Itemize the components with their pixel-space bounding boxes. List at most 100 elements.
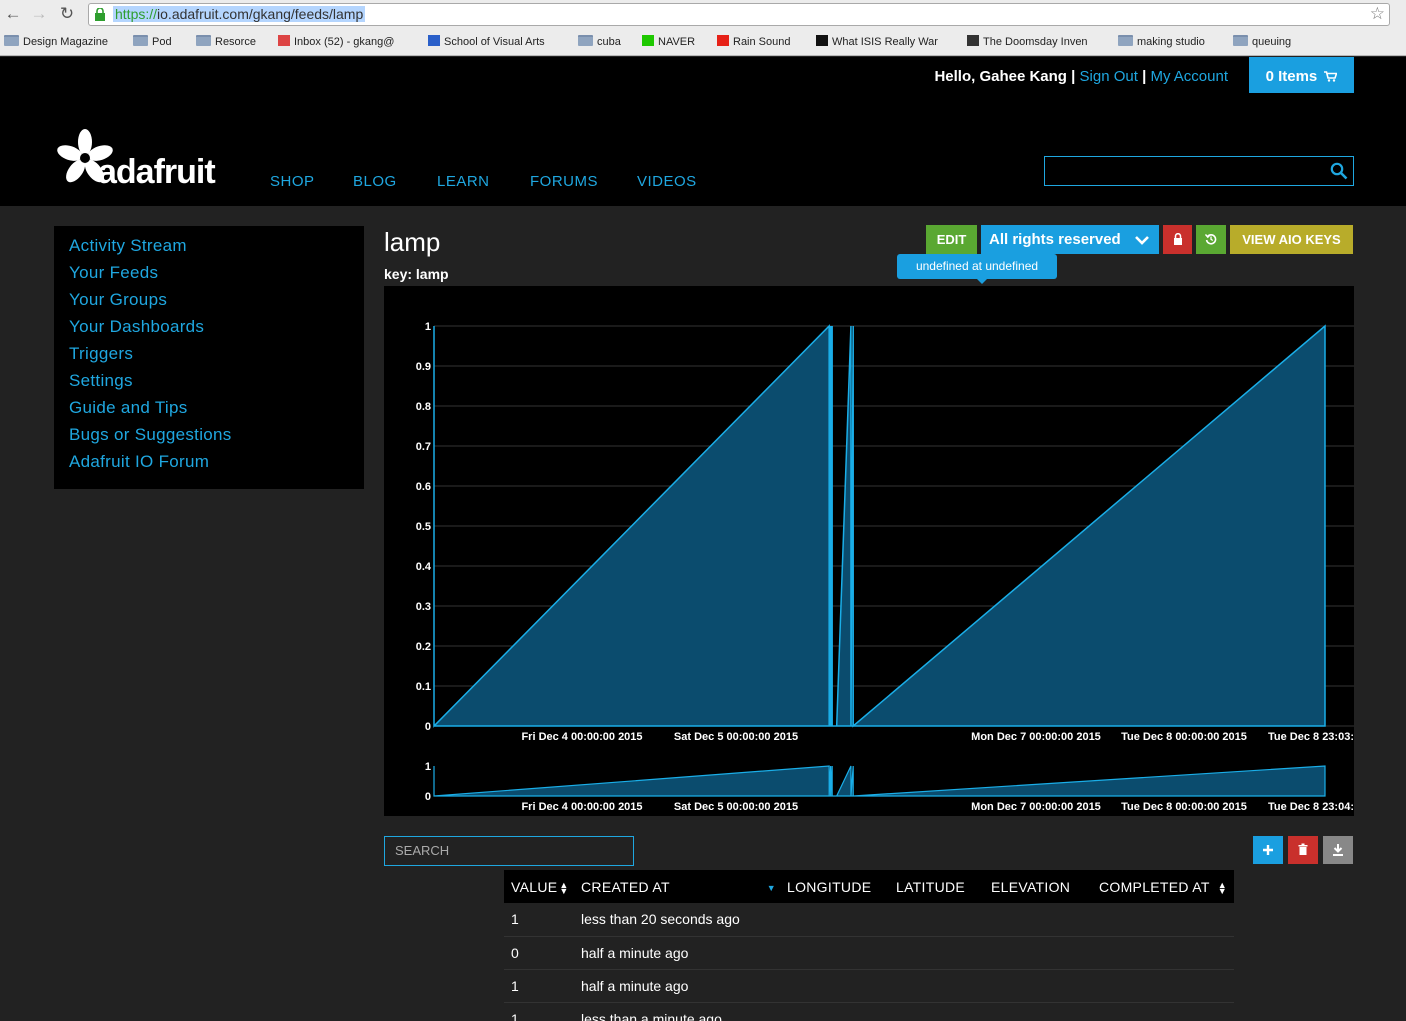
y-tick-label: 0.9 xyxy=(416,361,431,373)
sidebar-item-your-feeds[interactable]: Your Feeds xyxy=(54,262,364,289)
column-header-latitude[interactable]: LATITUDE xyxy=(889,870,984,903)
x-tick-label: Tue Dec 8 23:03: xyxy=(1268,731,1354,743)
column-header-value[interactable]: VALUE ▲ ▼ xyxy=(504,870,574,903)
bookmark-item[interactable]: What ISIS Really War xyxy=(816,34,938,50)
sidebar-item-settings[interactable]: Settings xyxy=(54,370,364,397)
bookmark-item[interactable]: Pod xyxy=(133,34,172,50)
secure-lock-icon xyxy=(95,8,105,21)
bookmark-label: Resorce xyxy=(215,36,256,48)
address-bar[interactable]: https://io.adafruit.com/gkang/feeds/lamp… xyxy=(88,3,1390,26)
column-header-completed-at[interactable]: COMPLETED AT ▲ ▼ xyxy=(1092,870,1234,903)
feed-title: lamp xyxy=(384,227,441,257)
history-icon xyxy=(1204,234,1217,245)
y-tick-label: 0.2 xyxy=(416,641,431,653)
back-icon[interactable]: ← xyxy=(2,4,24,24)
bookmark-item[interactable]: Design Magazine xyxy=(4,34,108,50)
bookmark-label: queuing xyxy=(1252,36,1292,48)
table-row[interactable]: 1 less than 20 seconds ago xyxy=(504,903,1234,937)
cell-value: 1 xyxy=(504,969,574,1003)
column-header-longitude[interactable]: LONGITUDE xyxy=(780,870,889,903)
bookmark-item[interactable]: NAVER xyxy=(642,34,695,50)
bookmark-item[interactable]: making studio xyxy=(1118,34,1205,50)
navigator-y-tick-label: 1 xyxy=(425,761,431,773)
cell-completed-at xyxy=(1092,1002,1234,1021)
bookmarks-bar: Design Magazine Pod Resorce Inbox (52) - gk… xyxy=(0,32,1406,52)
edit-button[interactable]: EDIT xyxy=(926,225,977,254)
cell-elevation xyxy=(984,936,1092,970)
bookmark-item[interactable]: queuing xyxy=(1233,34,1291,50)
lock-icon xyxy=(1173,232,1182,245)
sidebar-item-triggers[interactable]: Triggers xyxy=(54,343,364,370)
search-icon[interactable] xyxy=(1330,162,1348,180)
cell-longitude xyxy=(780,1002,889,1021)
bookmark-label: What ISIS Really War xyxy=(832,36,938,48)
nav-videos[interactable]: VIDEOS xyxy=(637,173,697,190)
nav-forums[interactable]: FORUMS xyxy=(530,173,598,190)
sort-both-icon[interactable]: ▲ ▼ xyxy=(1218,880,1227,895)
sidebar-item-guide-and-tips[interactable]: Guide and Tips xyxy=(54,397,364,424)
y-tick-label: 0.7 xyxy=(416,441,431,453)
table-row[interactable]: 1 less than a minute ago xyxy=(504,1002,1234,1021)
navigator-x-tick-label: Fri Dec 4 00:00:00 2015 xyxy=(521,801,642,813)
cell-value: 0 xyxy=(504,936,574,970)
browser-chrome: ← → ↻ https://io.adafruit.com/gkang/feed… xyxy=(0,0,1406,56)
table-row[interactable]: 1 half a minute ago xyxy=(504,969,1234,1003)
cell-latitude xyxy=(889,903,984,937)
site-search-input[interactable] xyxy=(1044,156,1354,186)
sidebar-item-your-dashboards[interactable]: Your Dashboards xyxy=(54,316,364,343)
bookmark-item[interactable]: Rain Sound xyxy=(717,34,791,50)
bookmark-item[interactable]: Inbox (52) - gkang@ xyxy=(278,34,394,50)
folder-icon xyxy=(578,35,593,46)
sidebar-item-your-groups[interactable]: Your Groups xyxy=(54,289,364,316)
bookmark-item[interactable]: Resorce xyxy=(196,34,256,50)
download-data-button[interactable] xyxy=(1323,836,1353,864)
nav-learn[interactable]: LEARN xyxy=(437,173,490,190)
y-tick-label: 0.4 xyxy=(416,561,432,573)
bookmark-label: NAVER xyxy=(658,36,696,48)
sidebar-item-adafruit-io-forum[interactable]: Adafruit IO Forum xyxy=(54,451,364,478)
cell-created-at: less than a minute ago xyxy=(574,1002,780,1021)
delete-data-button[interactable] xyxy=(1288,836,1318,864)
navigator-x-tick-label: Sat Dec 5 00:00:00 2015 xyxy=(674,801,798,813)
cell-created-at: half a minute ago xyxy=(574,936,780,970)
bookmark-star-icon[interactable]: ☆ xyxy=(1370,4,1385,24)
rights-dropdown[interactable]: All rights reserved xyxy=(981,225,1159,254)
bookmark-item[interactable]: The Doomsday Inven xyxy=(967,34,1088,50)
nav-blog[interactable]: BLOG xyxy=(353,173,397,190)
lock-button[interactable] xyxy=(1163,225,1192,254)
sidebar-item-activity-stream[interactable]: Activity Stream xyxy=(54,235,364,262)
bookmark-label: cuba xyxy=(597,36,621,48)
my-account-link[interactable]: My Account xyxy=(1150,68,1228,85)
feed-chart[interactable]: 0 0.1 0.2 0.3 0.4 0.5 0.6 0.7 0.8 0.9 1 Fri Dec 4 … xyxy=(384,286,1354,816)
add-data-button[interactable] xyxy=(1253,836,1283,864)
navigator-area xyxy=(433,765,1326,797)
bookmark-label: Design Magazine xyxy=(23,36,108,48)
nav-shop[interactable]: SHOP xyxy=(270,173,315,190)
column-header-created-at[interactable]: CREATED AT ▼ xyxy=(574,870,780,903)
data-search-input[interactable]: SEARCH xyxy=(384,836,634,866)
sidebar-item-bugs-or-suggestions[interactable]: Bugs or Suggestions xyxy=(54,424,364,451)
y-tick-label: 0.6 xyxy=(416,481,431,493)
youtube-icon xyxy=(717,35,729,46)
cart-button[interactable]: 0 Items xyxy=(1249,57,1354,93)
view-aio-keys-button[interactable]: VIEW AIO KEYS xyxy=(1230,225,1353,254)
table-row[interactable]: 0 half a minute ago xyxy=(504,936,1234,970)
sign-out-link[interactable]: Sign Out xyxy=(1080,68,1138,85)
bookmark-label: The Doomsday Inven xyxy=(983,36,1088,48)
y-tick-label: 0.5 xyxy=(416,521,431,533)
bookmark-item[interactable]: School of Visual Arts xyxy=(428,34,545,50)
cell-completed-at xyxy=(1092,936,1234,970)
y-tick-label: 1 xyxy=(425,321,431,333)
bookmark-item[interactable]: cuba xyxy=(578,34,621,50)
cell-created-at: half a minute ago xyxy=(574,969,780,1003)
history-button[interactable] xyxy=(1196,225,1226,254)
reload-icon[interactable]: ↻ xyxy=(56,4,78,24)
x-tick-label: Tue Dec 8 00:00:00 2015 xyxy=(1121,731,1247,743)
forward-icon[interactable]: → xyxy=(28,4,50,24)
cell-longitude xyxy=(780,936,889,970)
bookmark-label: making studio xyxy=(1137,36,1205,48)
column-header-elevation[interactable]: ELEVATION xyxy=(984,870,1092,903)
chart-svg: 0 0.1 0.2 0.3 0.4 0.5 0.6 0.7 0.8 0.9 1 Fri Dec 4 … xyxy=(416,321,1354,813)
sort-desc-icon[interactable]: ▼ xyxy=(767,883,776,893)
sort-both-icon[interactable]: ▲ ▼ xyxy=(559,880,568,895)
